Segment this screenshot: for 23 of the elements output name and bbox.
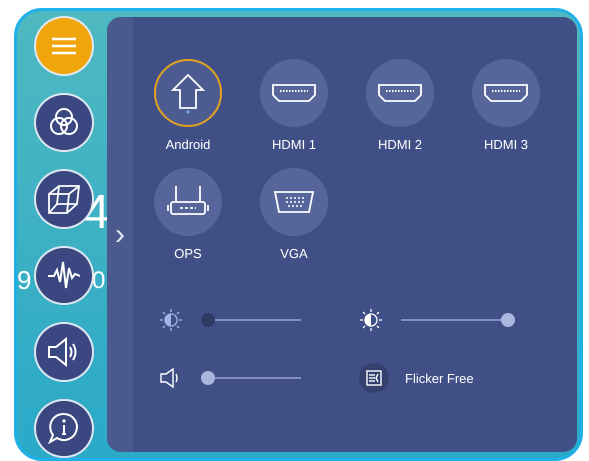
brightness-icon [159, 308, 183, 332]
flicker-free-button[interactable] [359, 363, 389, 393]
hdmi-port-icon [483, 82, 529, 104]
flicker-free-label: Flicker Free [405, 370, 474, 386]
screen-mode-icon [365, 369, 383, 387]
menu-icon [50, 36, 78, 56]
slider-thumb[interactable] [501, 313, 515, 327]
hdmi-port-icon [377, 82, 423, 104]
waveform-icon [46, 260, 82, 290]
source-label: HDMI 1 [272, 137, 316, 152]
slider-thumb[interactable] [201, 313, 215, 327]
source-label: Android [166, 137, 210, 152]
source-label: OPS [174, 246, 202, 261]
source-label: HDMI 2 [378, 137, 422, 152]
date-text: 9 [17, 267, 32, 293]
source-label: VGA [280, 246, 308, 261]
date-text: 0 [92, 269, 106, 293]
source-label: HDMI 3 [484, 137, 528, 152]
slider-thumb[interactable] [201, 371, 215, 385]
vga-port-icon [273, 189, 315, 215]
contrast-icon [359, 308, 383, 332]
expand-chevron[interactable]: › [115, 220, 125, 250]
hdmi-port-icon [271, 82, 317, 104]
